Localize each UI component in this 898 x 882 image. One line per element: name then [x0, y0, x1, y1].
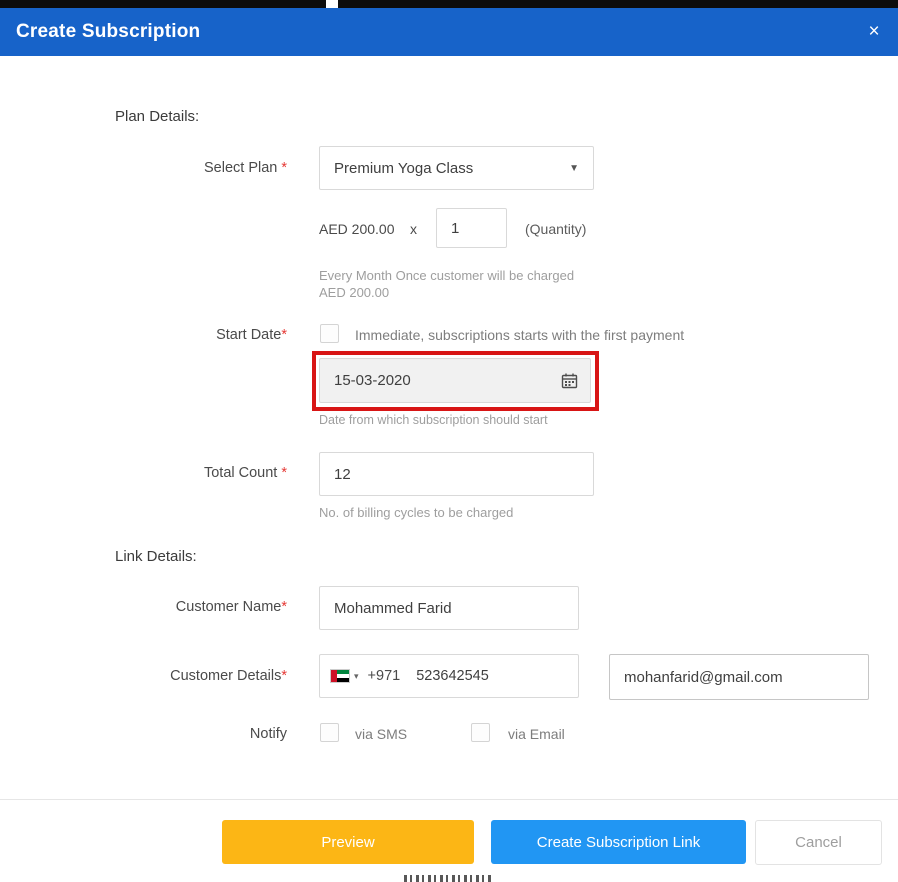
modal-title: Create Subscription: [16, 21, 201, 42]
background-page-strip: [0, 0, 898, 8]
start-date-label: Start Date*: [216, 327, 287, 343]
start-date-helper: Date from which subscription should star…: [319, 413, 548, 427]
customer-name-label: Customer Name*: [175, 599, 287, 615]
create-subscription-link-button[interactable]: Create Subscription Link: [491, 820, 746, 864]
start-date-input[interactable]: [334, 372, 561, 389]
chevron-down-icon: ▼: [569, 162, 579, 174]
notify-email-label: via Email: [508, 726, 565, 742]
customer-email-input[interactable]: [609, 654, 869, 700]
start-date-field[interactable]: [319, 358, 591, 403]
close-icon[interactable]: ×: [863, 21, 885, 43]
immediate-checkbox-label: Immediate, subscriptions starts with the…: [355, 327, 685, 343]
select-plan-dropdown[interactable]: Premium Yoga Class ▼: [319, 146, 594, 190]
preview-button[interactable]: Preview: [222, 820, 474, 864]
dial-code: +971: [367, 668, 401, 684]
phone-number-input[interactable]: [416, 668, 547, 684]
select-plan-value: Premium Yoga Class: [334, 159, 474, 177]
uae-flag-icon: [330, 669, 350, 683]
clipped-text-behind-modal: [404, 875, 494, 882]
required-asterisk: *: [281, 465, 287, 481]
notify-sms-label: via SMS: [355, 726, 408, 742]
required-asterisk: *: [281, 668, 287, 684]
background-page-strip-gap: [326, 0, 338, 8]
modal-header: Create Subscription ×: [0, 8, 898, 56]
plan-details-section-title: Plan Details:: [115, 108, 200, 125]
link-details-section-title: Link Details:: [115, 548, 197, 565]
charge-helper-text: Every Month Once customer will be charge…: [319, 268, 575, 300]
phone-field: ▾ +971: [319, 654, 579, 698]
footer-divider: [0, 799, 898, 800]
notify-email-checkbox[interactable]: [471, 723, 490, 742]
total-count-label: Total Count *: [203, 465, 287, 481]
quantity-input[interactable]: [436, 208, 507, 248]
chevron-down-icon: ▾: [354, 670, 359, 681]
plan-amount: AED 200.00: [319, 221, 395, 237]
select-plan-label: Select Plan *: [203, 160, 287, 176]
required-asterisk: *: [281, 160, 287, 176]
notify-sms-checkbox[interactable]: [320, 723, 339, 742]
multiplier-x: x: [410, 221, 417, 237]
create-subscription-modal: Create Subscription × Plan Details: Sele…: [0, 0, 898, 882]
total-count-helper: No. of billing cycles to be charged: [319, 505, 514, 520]
notify-label: Notify: [249, 726, 287, 742]
immediate-checkbox[interactable]: [320, 324, 339, 343]
customer-name-input[interactable]: [319, 586, 579, 630]
required-asterisk: *: [281, 599, 287, 615]
cancel-button[interactable]: Cancel: [755, 820, 882, 865]
total-count-input[interactable]: [319, 452, 594, 496]
customer-details-label: Customer Details*: [170, 668, 287, 684]
quantity-hint: (Quantity): [525, 221, 587, 237]
calendar-icon[interactable]: [561, 372, 578, 389]
required-asterisk: *: [281, 327, 287, 343]
country-flag-dropdown[interactable]: ▾: [330, 669, 359, 683]
